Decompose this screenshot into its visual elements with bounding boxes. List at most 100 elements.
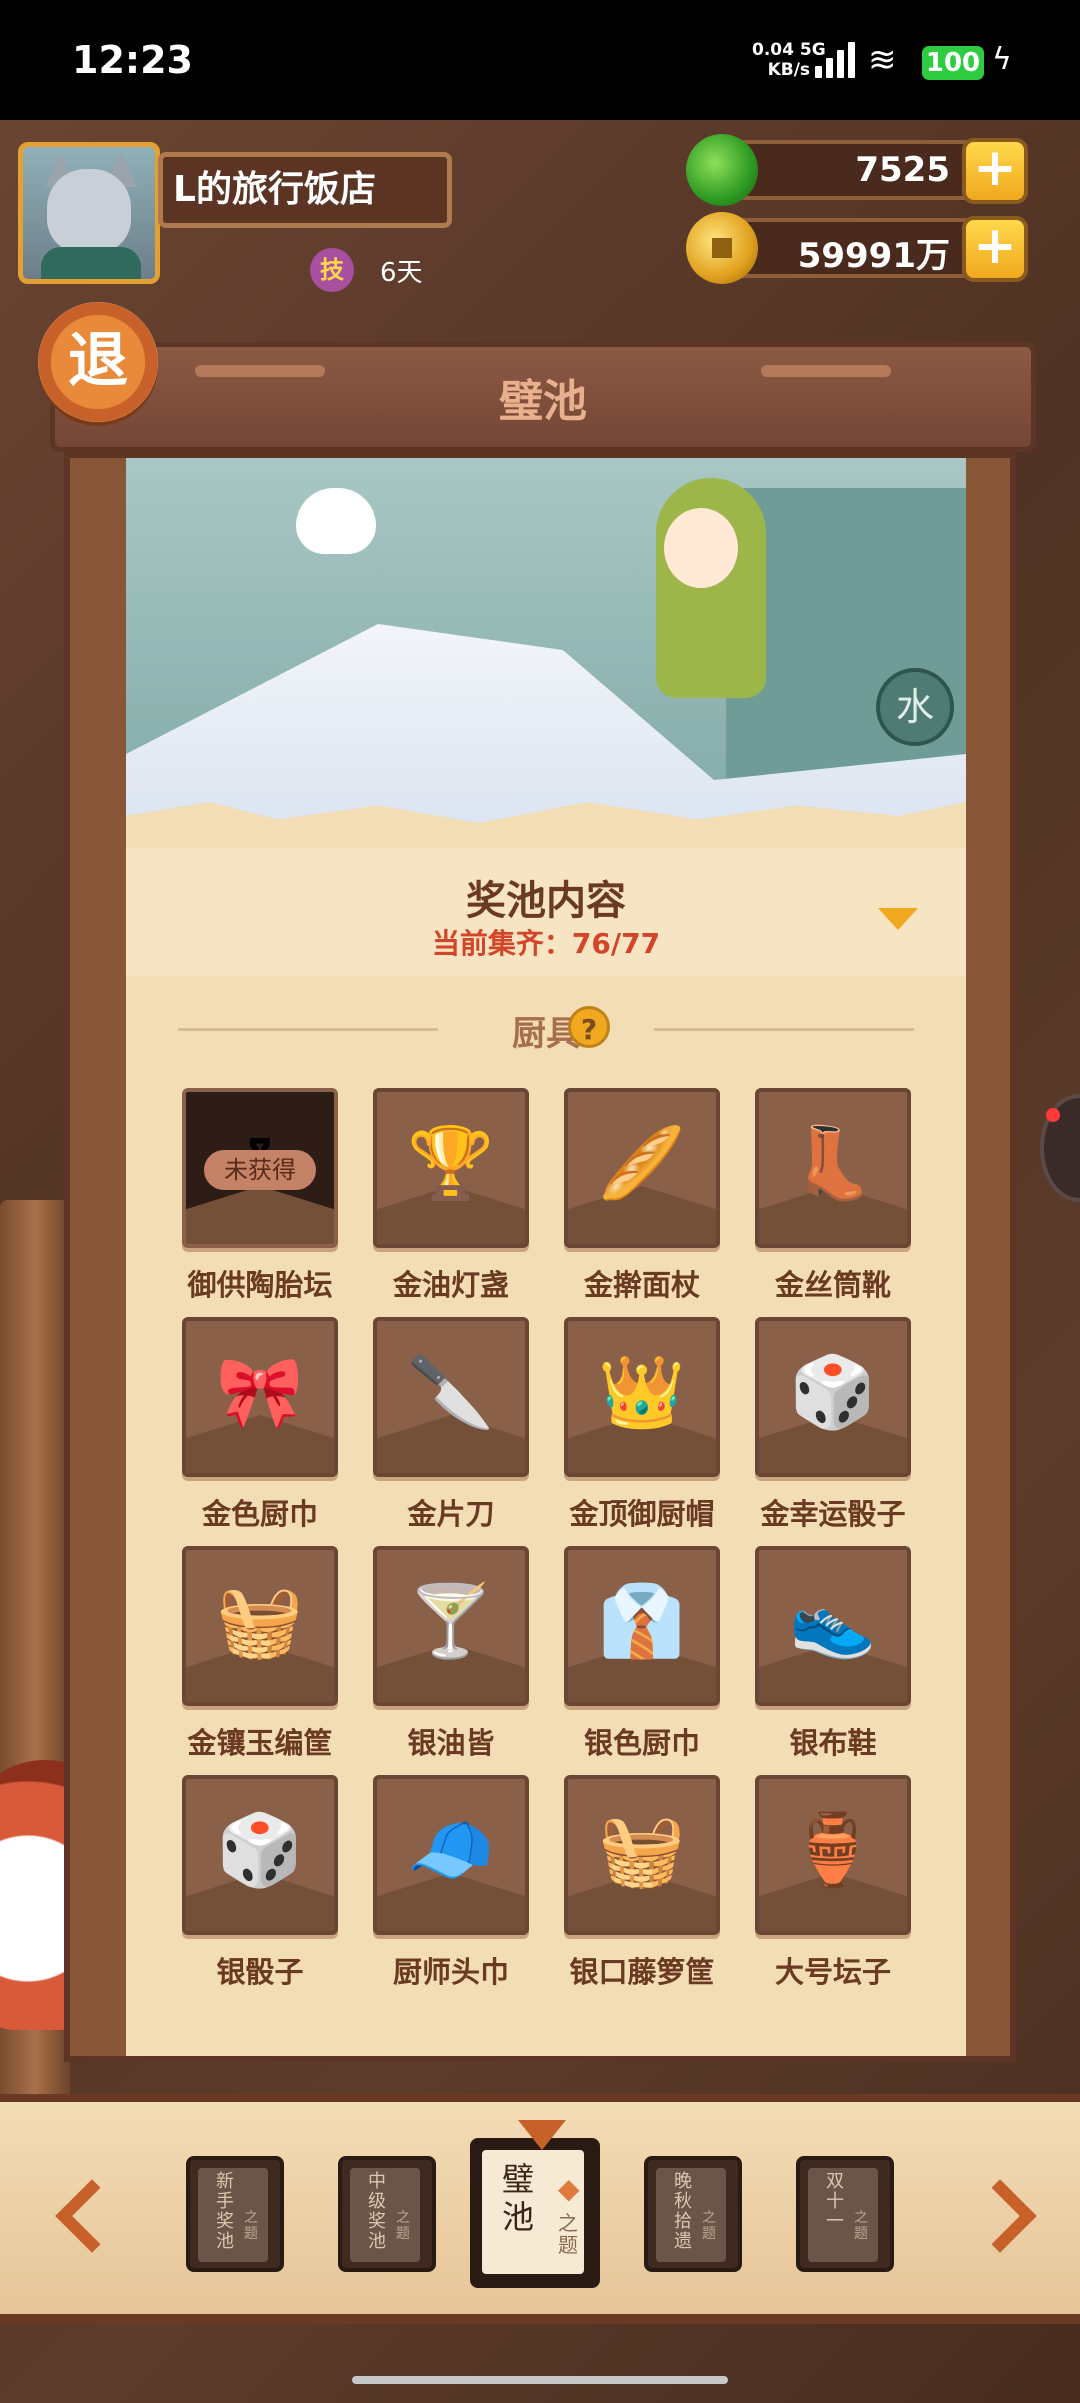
- item-tile[interactable]: 👔: [564, 1546, 720, 1706]
- item-name: 御供陶胎坛: [187, 1268, 333, 1302]
- item-card[interactable]: 🏺 大号坛子: [755, 1775, 911, 2011]
- category-label: 厨具: [512, 1014, 580, 1054]
- item-card[interactable]: 🥖 金擀面杖: [564, 1088, 720, 1324]
- item-tile[interactable]: 🎀: [182, 1317, 338, 1477]
- item-name: 金镶玉编筐: [187, 1726, 333, 1760]
- book-tag: 之题: [244, 2210, 258, 2242]
- item-card[interactable]: 👔 银色厨巾: [564, 1546, 720, 1782]
- page-title: 璧池: [499, 376, 587, 427]
- coin-currency: 59991万 +: [686, 212, 1028, 284]
- item-tile[interactable]: 👟: [755, 1546, 911, 1706]
- girl-face-illustration: [664, 508, 738, 588]
- item-card[interactable]: 🔪 金片刀: [373, 1317, 529, 1553]
- item-tile[interactable]: 🎲: [755, 1317, 911, 1477]
- pool-book-1[interactable]: 新手奖池 之题: [186, 2156, 284, 2272]
- shop-name[interactable]: L的旅行饭店: [158, 152, 452, 228]
- item-card[interactable]: 🧺 银口藤箩筐: [564, 1775, 720, 2011]
- item-name: 金片刀: [407, 1497, 495, 1531]
- gold-dice-icon: 🎲: [789, 1351, 877, 1433]
- item-name: 银油皆: [407, 1726, 495, 1760]
- item-card[interactable]: 🏆 金油灯盏: [373, 1088, 529, 1324]
- notification-dot: [1046, 1108, 1060, 1122]
- gold-rolling-pin-icon: 🥖: [598, 1122, 686, 1204]
- item-tile[interactable]: 🥖: [564, 1088, 720, 1248]
- pool-book-3[interactable]: 璧池 ◆ 之题: [470, 2138, 600, 2288]
- pool-book-5[interactable]: 双十一 之题: [796, 2156, 894, 2272]
- item-tile[interactable]: 🧺: [564, 1775, 720, 1935]
- book-tag: 之题: [702, 2210, 716, 2242]
- item-name: 大号坛子: [774, 1955, 891, 1989]
- diamond-icon: ◆: [558, 2172, 580, 2205]
- item-tile[interactable]: 🏺: [755, 1775, 911, 1935]
- item-card[interactable]: 🍸 银油皆: [373, 1546, 529, 1782]
- item-card[interactable]: ⚱未获得御供陶胎坛: [182, 1088, 338, 1324]
- item-card[interactable]: 👢 金丝筒靴: [755, 1088, 911, 1324]
- skill-icon[interactable]: 技: [310, 248, 354, 292]
- item-name: 银色厨巾: [583, 1726, 700, 1760]
- collection-progress: 当前集齐：76/77: [431, 927, 661, 960]
- item-tile[interactable]: 👑: [564, 1317, 720, 1477]
- player-avatar[interactable]: [18, 142, 160, 284]
- gold-oil-lamp-icon: 🏆: [407, 1122, 495, 1204]
- pool-banner-illustration: 水: [126, 458, 966, 848]
- avatar-body: [41, 247, 141, 279]
- item-tile[interactable]: 🍸: [373, 1546, 529, 1706]
- item-tile[interactable]: 🧺: [182, 1546, 338, 1706]
- pool-panel: 水 奖池内容 当前集齐：76/77 厨具 ? ⚱未获得御供陶胎坛 🏆 金油灯盏 🥖 金擀…: [64, 452, 1016, 2062]
- item-card[interactable]: 🎲 银骰子: [182, 1775, 338, 2011]
- gold-basket-icon: 🧺: [216, 1580, 304, 1662]
- silver-oil-lamp-icon: 🍸: [407, 1580, 495, 1662]
- item-tile[interactable]: 🧢: [373, 1775, 529, 1935]
- large-jar-icon: 🏺: [789, 1809, 877, 1891]
- jade-icon: [686, 134, 758, 206]
- item-card[interactable]: 🎀 金色厨巾: [182, 1317, 338, 1553]
- book-label: 双十一: [826, 2171, 844, 2232]
- book-label: 中级奖池: [368, 2171, 386, 2252]
- item-card[interactable]: 🧺 金镶玉编筐: [182, 1546, 338, 1782]
- item-card[interactable]: 👟 银布鞋: [755, 1546, 911, 1782]
- item-name: 厨师头巾: [392, 1955, 509, 1989]
- item-card[interactable]: 🧢 厨师头巾: [373, 1775, 529, 2011]
- pool-book-2[interactable]: 中级奖池 之题: [338, 2156, 436, 2272]
- add-jade-button[interactable]: +: [962, 138, 1028, 204]
- help-icon[interactable]: ?: [568, 1006, 610, 1048]
- item-card[interactable]: 👑 金顶御厨帽: [564, 1317, 720, 1553]
- next-arrow-icon[interactable]: [963, 2179, 1037, 2253]
- signal-icon: [815, 42, 857, 78]
- gold-cleaver-icon: 🔪: [407, 1351, 495, 1433]
- net-speed-unit: KB/s: [767, 60, 811, 80]
- prev-arrow-icon[interactable]: [55, 2179, 129, 2253]
- coin-amount: 59991万: [797, 236, 950, 276]
- item-tile[interactable]: 🔪: [373, 1317, 529, 1477]
- item-card[interactable]: 🎲 金幸运骰子: [755, 1317, 911, 1553]
- item-name: 银骰子: [216, 1955, 304, 1989]
- category-header: 厨具: [126, 998, 966, 1058]
- item-name: 金色厨巾: [201, 1497, 318, 1531]
- charging-icon: ϟ: [992, 42, 1012, 77]
- book-label: 新手奖池: [216, 2171, 234, 2252]
- item-tile[interactable]: 👢: [755, 1088, 911, 1248]
- expand-arrow-icon[interactable]: [878, 908, 918, 930]
- pool-title-board: 璧池: [50, 342, 1036, 452]
- not-obtained-badge: 未获得: [204, 1150, 316, 1190]
- item-name: 金丝筒靴: [774, 1268, 891, 1302]
- pool-content[interactable]: 水 奖池内容 当前集齐：76/77 厨具 ? ⚱未获得御供陶胎坛 🏆 金油灯盏 🥖 金擀…: [126, 458, 966, 2056]
- add-coin-button[interactable]: +: [962, 216, 1028, 282]
- item-tile[interactable]: ⚱未获得: [182, 1088, 338, 1248]
- pool-book-4[interactable]: 晚秋拾遗 之题: [644, 2156, 742, 2272]
- pool-header[interactable]: 奖池内容 当前集齐：76/77: [126, 848, 966, 976]
- item-name: 银口藤箩筐: [569, 1955, 715, 1989]
- chef-hat-icon: 👑: [598, 1351, 686, 1433]
- item-tile[interactable]: 🎲: [182, 1775, 338, 1935]
- exit-button[interactable]: 退: [38, 302, 158, 422]
- clock: 12:23: [72, 38, 193, 82]
- home-indicator[interactable]: [352, 2376, 728, 2384]
- item-name: 金油灯盏: [392, 1268, 509, 1302]
- rattan-basket-icon: 🧺: [598, 1809, 686, 1891]
- white-cat-illustration: [296, 488, 376, 554]
- battery-icon: 100: [922, 46, 984, 80]
- status-bar: 12:23 0.04 5G KB/s ≋ 100 ϟ: [0, 0, 1080, 120]
- book-label: 晚秋拾遗: [674, 2171, 692, 2252]
- item-name: 金擀面杖: [583, 1268, 700, 1302]
- item-tile[interactable]: 🏆: [373, 1088, 529, 1248]
